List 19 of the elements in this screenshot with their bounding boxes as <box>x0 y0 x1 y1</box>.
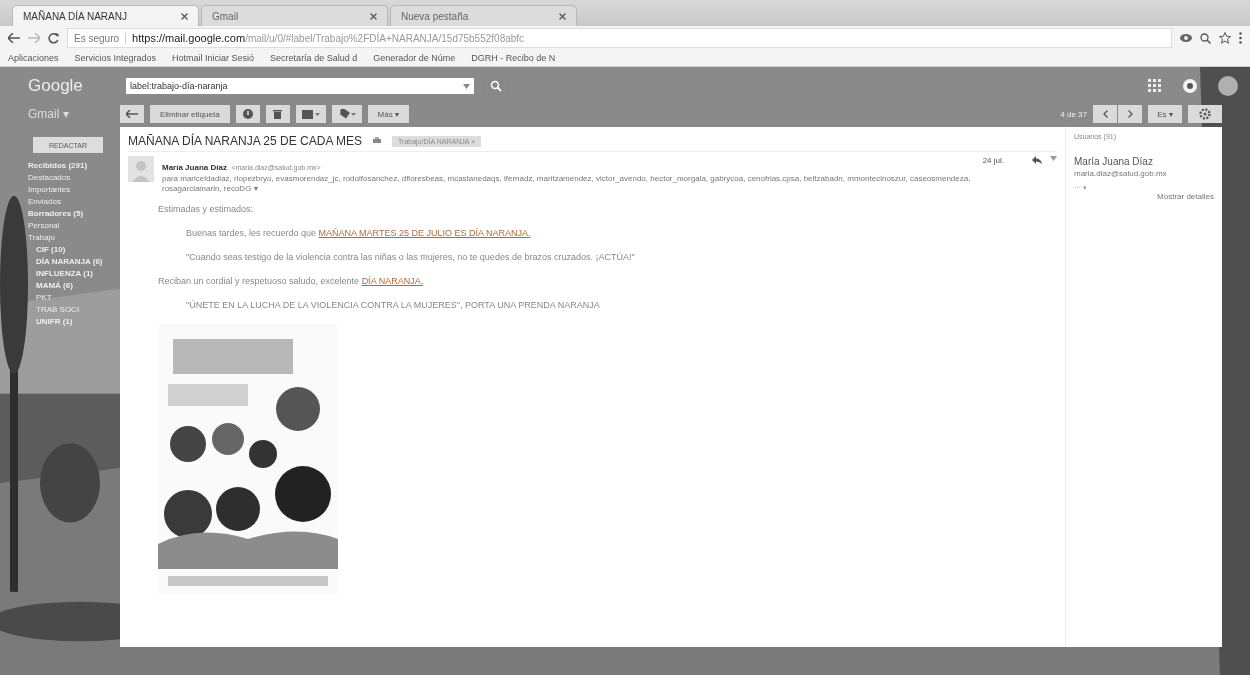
address-bar[interactable]: Es seguro https://mail.google.com/mail/u/0/#label/Trabajo%2FDÍA+NARANJA/15d75b552f08abfc <box>67 28 1172 48</box>
browser-tab[interactable]: MAÑANA DÍA NARANJ <box>12 5 199 26</box>
bookmark[interactable]: Generador de Núme <box>373 53 456 63</box>
reload-icon[interactable] <box>48 32 59 44</box>
close-icon[interactable] <box>370 12 377 20</box>
browser-tab[interactable]: Gmail <box>201 5 388 26</box>
bookmark[interactable]: Secretaría de Salud d <box>270 53 358 63</box>
bookmark[interactable]: DGRH - Recibo de N <box>471 53 556 63</box>
close-icon[interactable] <box>559 12 566 20</box>
close-icon[interactable] <box>181 12 188 20</box>
bookmark[interactable]: Hotmail Iniciar Sesió <box>172 53 255 63</box>
menu-icon[interactable] <box>1239 32 1242 44</box>
eye-icon[interactable] <box>1180 33 1192 43</box>
browser-tab[interactable]: Nueva pestaña <box>390 5 577 26</box>
star-icon[interactable] <box>1219 32 1231 44</box>
bookmark[interactable]: Aplicaciones <box>8 53 59 63</box>
zoom-icon[interactable] <box>1200 32 1211 44</box>
bookmark[interactable]: Servicios Integrados <box>74 53 157 63</box>
back-icon[interactable] <box>8 33 20 43</box>
